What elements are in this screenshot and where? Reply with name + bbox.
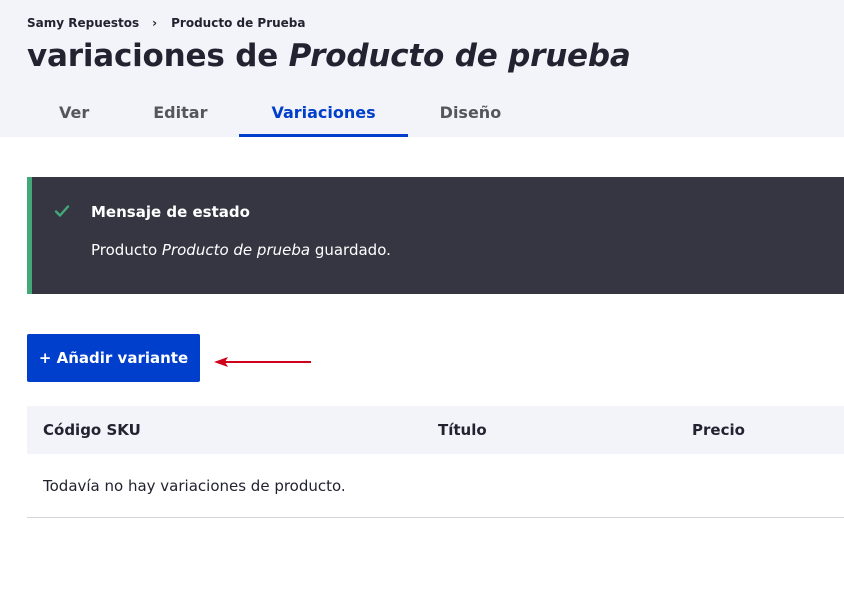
primary-tabs: Ver Editar Variaciones Diseño xyxy=(27,89,533,137)
tab-editar[interactable]: Editar xyxy=(121,89,239,137)
tab-variaciones[interactable]: Variaciones xyxy=(239,89,408,137)
status-text-suffix: guardado. xyxy=(310,241,391,259)
tab-diseno[interactable]: Diseño xyxy=(408,89,534,137)
column-header-price: Precio xyxy=(692,421,745,439)
status-text-product: Producto de prueba xyxy=(161,241,311,259)
status-text-prefix: Producto xyxy=(91,241,162,259)
page-title: variaciones de Producto de prueba xyxy=(27,35,631,77)
breadcrumb: Samy Repuestos › Producto de Prueba xyxy=(27,16,305,30)
status-text: Producto Producto de prueba guardado. xyxy=(91,241,391,259)
check-icon xyxy=(54,205,70,217)
page-title-prefix: variaciones de xyxy=(27,38,289,74)
status-title: Mensaje de estado xyxy=(91,203,250,221)
breadcrumb-separator: › xyxy=(152,16,158,30)
page-title-product: Producto de prueba xyxy=(288,38,631,74)
breadcrumb-item-product[interactable]: Producto de Prueba xyxy=(171,16,305,30)
status-message: Mensaje de estado Producto Producto de p… xyxy=(27,177,844,294)
table-header: Código SKU Título Precio xyxy=(27,406,844,454)
empty-message: Todavía no hay variaciones de producto. xyxy=(43,477,346,495)
add-variant-button[interactable]: + Añadir variante xyxy=(27,334,200,382)
red-arrow-icon xyxy=(214,357,311,367)
tab-ver[interactable]: Ver xyxy=(27,89,121,137)
column-header-title: Título xyxy=(438,421,487,439)
page-header: Samy Repuestos › Producto de Prueba variac… xyxy=(0,0,844,137)
variations-table: Código SKU Título Precio Todavía no hay … xyxy=(27,406,844,518)
breadcrumb-item-home[interactable]: Samy Repuestos xyxy=(27,16,139,30)
column-header-sku: Código SKU xyxy=(43,421,141,439)
table-empty-row: Todavía no hay variaciones de producto. xyxy=(27,454,844,518)
